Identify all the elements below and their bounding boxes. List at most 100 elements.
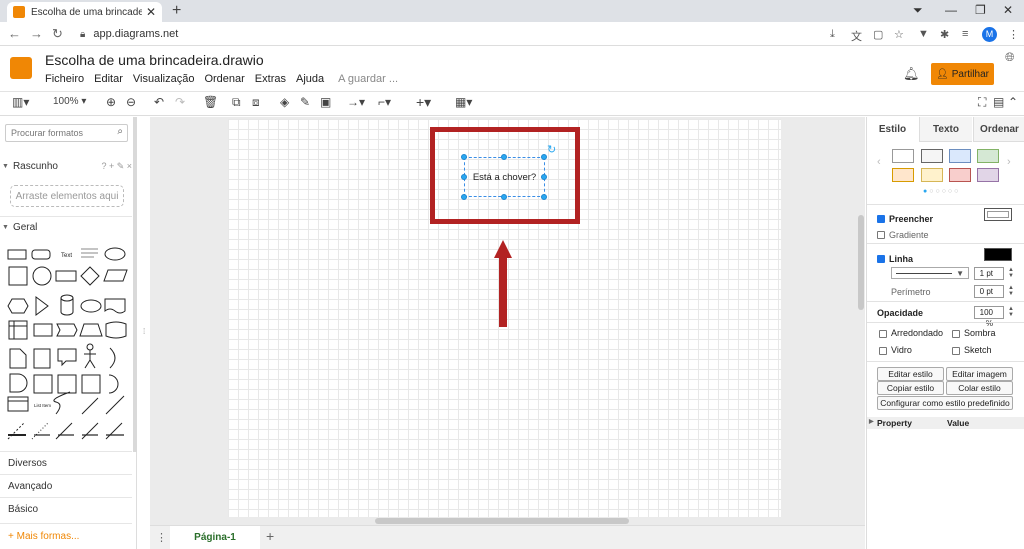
format-panel-toggle-icon[interactable]: ▥▾ <box>12 95 29 109</box>
fill-color-icon[interactable]: ◈ <box>280 95 289 109</box>
style-swatch[interactable] <box>977 149 999 163</box>
tab-text[interactable]: Texto <box>919 117 972 142</box>
connector-shapes-row[interactable] <box>6 431 128 439</box>
close-window-icon[interactable]: ✕ <box>1003 3 1013 17</box>
back-icon[interactable]: ← <box>8 26 21 41</box>
line-checkbox[interactable] <box>877 254 885 263</box>
fullscreen-icon[interactable]: ⛶ <box>978 95 986 110</box>
style-swatch[interactable] <box>977 168 999 182</box>
paste-style-button[interactable]: Colar estilo <box>946 381 1013 395</box>
waypoint-style-icon[interactable]: ⌐▾ <box>378 95 391 109</box>
maximize-icon[interactable]: ❐ <box>975 3 986 17</box>
menu-file[interactable]: Ficheiro <box>45 73 84 85</box>
style-swatch[interactable] <box>949 149 971 163</box>
style-swatch[interactable] <box>921 168 943 182</box>
redo-icon[interactable]: ↷ <box>175 95 185 109</box>
resize-handle[interactable] <box>541 174 547 180</box>
resize-handle[interactable] <box>501 154 507 160</box>
connection-style-icon[interactable]: →▾ <box>347 95 365 109</box>
extension-icon[interactable]: ▼ <box>918 28 929 40</box>
rounded-checkbox[interactable] <box>879 329 887 338</box>
resize-handle[interactable] <box>461 154 467 160</box>
url-field[interactable]: 🔒︎ app.diagrams.net <box>72 24 832 44</box>
download-icon[interactable]: ⤓ <box>830 28 835 41</box>
general-shapes-grid[interactable]: Text List Item <box>6 244 128 449</box>
edit-image-button[interactable]: Editar imagem <box>946 367 1013 381</box>
vertical-scrollbar[interactable] <box>858 215 864 310</box>
resize-handle[interactable] <box>541 194 547 200</box>
gradient-checkbox-row[interactable]: Gradiente <box>877 227 929 241</box>
opacity-input[interactable]: 100 % <box>974 306 1004 328</box>
general-section-header[interactable]: ▼ Geral <box>0 218 132 236</box>
copy-style-button[interactable]: Copiar estilo <box>877 381 944 395</box>
scratchpad-drop-zone[interactable]: Arraste elementos aqui <box>10 185 124 207</box>
undo-icon[interactable]: ↶ <box>154 95 164 109</box>
translate-icon[interactable]: 文 <box>851 28 862 44</box>
rotate-handle-icon[interactable]: ↻ <box>547 143 556 156</box>
shape-search-input[interactable]: Procurar formatos ⌕ <box>5 124 128 142</box>
add-page-icon[interactable]: + <box>266 528 274 544</box>
glass-option[interactable]: Vidro <box>879 345 912 355</box>
fill-checkbox-row[interactable]: Preencher <box>877 211 933 225</box>
basic-section-header[interactable]: Básico <box>0 500 132 518</box>
style-swatch[interactable] <box>921 149 943 163</box>
line-color-icon[interactable]: ✎ <box>300 95 310 109</box>
menu-arrange[interactable]: Ordenar <box>204 73 244 85</box>
browser-tab[interactable]: Escolha de uma brincadeira.draw ✕ <box>7 2 162 22</box>
resize-handle[interactable] <box>461 194 467 200</box>
resize-handle[interactable] <box>461 174 467 180</box>
table-icon[interactable]: ▦▾ <box>455 95 472 109</box>
menu-help[interactable]: Ajuda <box>296 73 324 85</box>
zoom-select[interactable]: 100% ▾ <box>53 96 86 107</box>
line-width-stepper-icon[interactable]: ▲ ▼ <box>1008 267 1014 279</box>
tab-arrange[interactable]: Ordenar <box>973 117 1024 142</box>
zoom-out-icon[interactable]: ⊖ <box>126 95 136 109</box>
browser-menu-icon[interactable]: ⋮ <box>1008 28 1019 41</box>
close-tab-icon[interactable]: ✕ <box>146 5 156 19</box>
line-checkbox-row[interactable]: Linha <box>877 251 913 265</box>
menu-extras[interactable]: Extras <box>255 73 286 85</box>
line-pattern-select[interactable]: ▼ <box>891 267 969 279</box>
style-swatch[interactable] <box>949 168 971 182</box>
to-front-icon[interactable]: ⧉ <box>232 95 241 110</box>
bookmark-star-icon[interactable]: ☆ <box>894 28 904 41</box>
menu-view[interactable]: Visualização <box>133 73 195 85</box>
pages-menu-icon[interactable]: ⋮ <box>156 531 167 544</box>
advanced-section-header[interactable]: Avançado <box>0 477 132 495</box>
page-tab[interactable]: Página-1 <box>170 526 260 549</box>
document-title[interactable]: Escolha de uma brincadeira.drawio <box>45 52 264 68</box>
forward-icon[interactable]: → <box>30 26 43 41</box>
edit-style-button[interactable]: Editar estilo <box>877 367 944 381</box>
insert-icon[interactable]: +▾ <box>416 94 431 111</box>
opacity-stepper-icon[interactable]: ▲ ▼ <box>1008 306 1014 318</box>
sketch-checkbox[interactable] <box>952 346 960 355</box>
glass-checkbox[interactable] <box>879 346 887 355</box>
format-panel-icon[interactable]: ▤ <box>993 95 1004 109</box>
to-back-icon[interactable]: ⧈ <box>252 95 260 110</box>
horizontal-scrollbar[interactable] <box>375 518 629 524</box>
scratchpad-actions[interactable]: ? + ✎ × <box>101 161 132 172</box>
line-width-input[interactable]: 1 pt <box>974 267 1004 280</box>
resize-handle[interactable] <box>501 194 507 200</box>
menu-edit[interactable]: Editar <box>94 73 123 85</box>
set-default-style-button[interactable]: Configurar como estilo predefinido <box>877 396 1013 410</box>
expand-icon[interactable]: ▶ <box>869 418 874 425</box>
misc-section-header[interactable]: Diversos <box>0 454 132 472</box>
style-page-dots[interactable]: ●○○○○○ <box>923 188 960 195</box>
delete-icon[interactable]: 🗑︎ <box>203 95 218 109</box>
shadow-checkbox[interactable] <box>952 329 960 338</box>
perimeter-stepper-icon[interactable]: ▲ ▼ <box>1008 285 1014 297</box>
sketch-option[interactable]: Sketch <box>952 345 992 355</box>
fill-color-picker[interactable] <box>984 208 1012 221</box>
new-tab-icon[interactable]: + <box>172 2 181 20</box>
scratchpad-header[interactable]: ▼ Rascunho ? + ✎ × <box>0 157 132 175</box>
perimeter-input[interactable]: 0 pt <box>974 285 1004 298</box>
shape-text[interactable]: Está a chover? <box>473 172 536 183</box>
prev-styles-icon[interactable]: ‹ <box>877 156 881 168</box>
more-shapes-link[interactable]: + Mais formas... <box>8 531 79 542</box>
line-color-picker[interactable] <box>984 248 1012 261</box>
style-swatch[interactable] <box>892 149 914 163</box>
sidebar-resize-handle[interactable]: ⁞ <box>143 327 145 336</box>
notifications-bell-icon[interactable]: 🔔︎ <box>903 66 920 82</box>
collapse-icon[interactable]: ⌃ <box>1008 95 1018 109</box>
